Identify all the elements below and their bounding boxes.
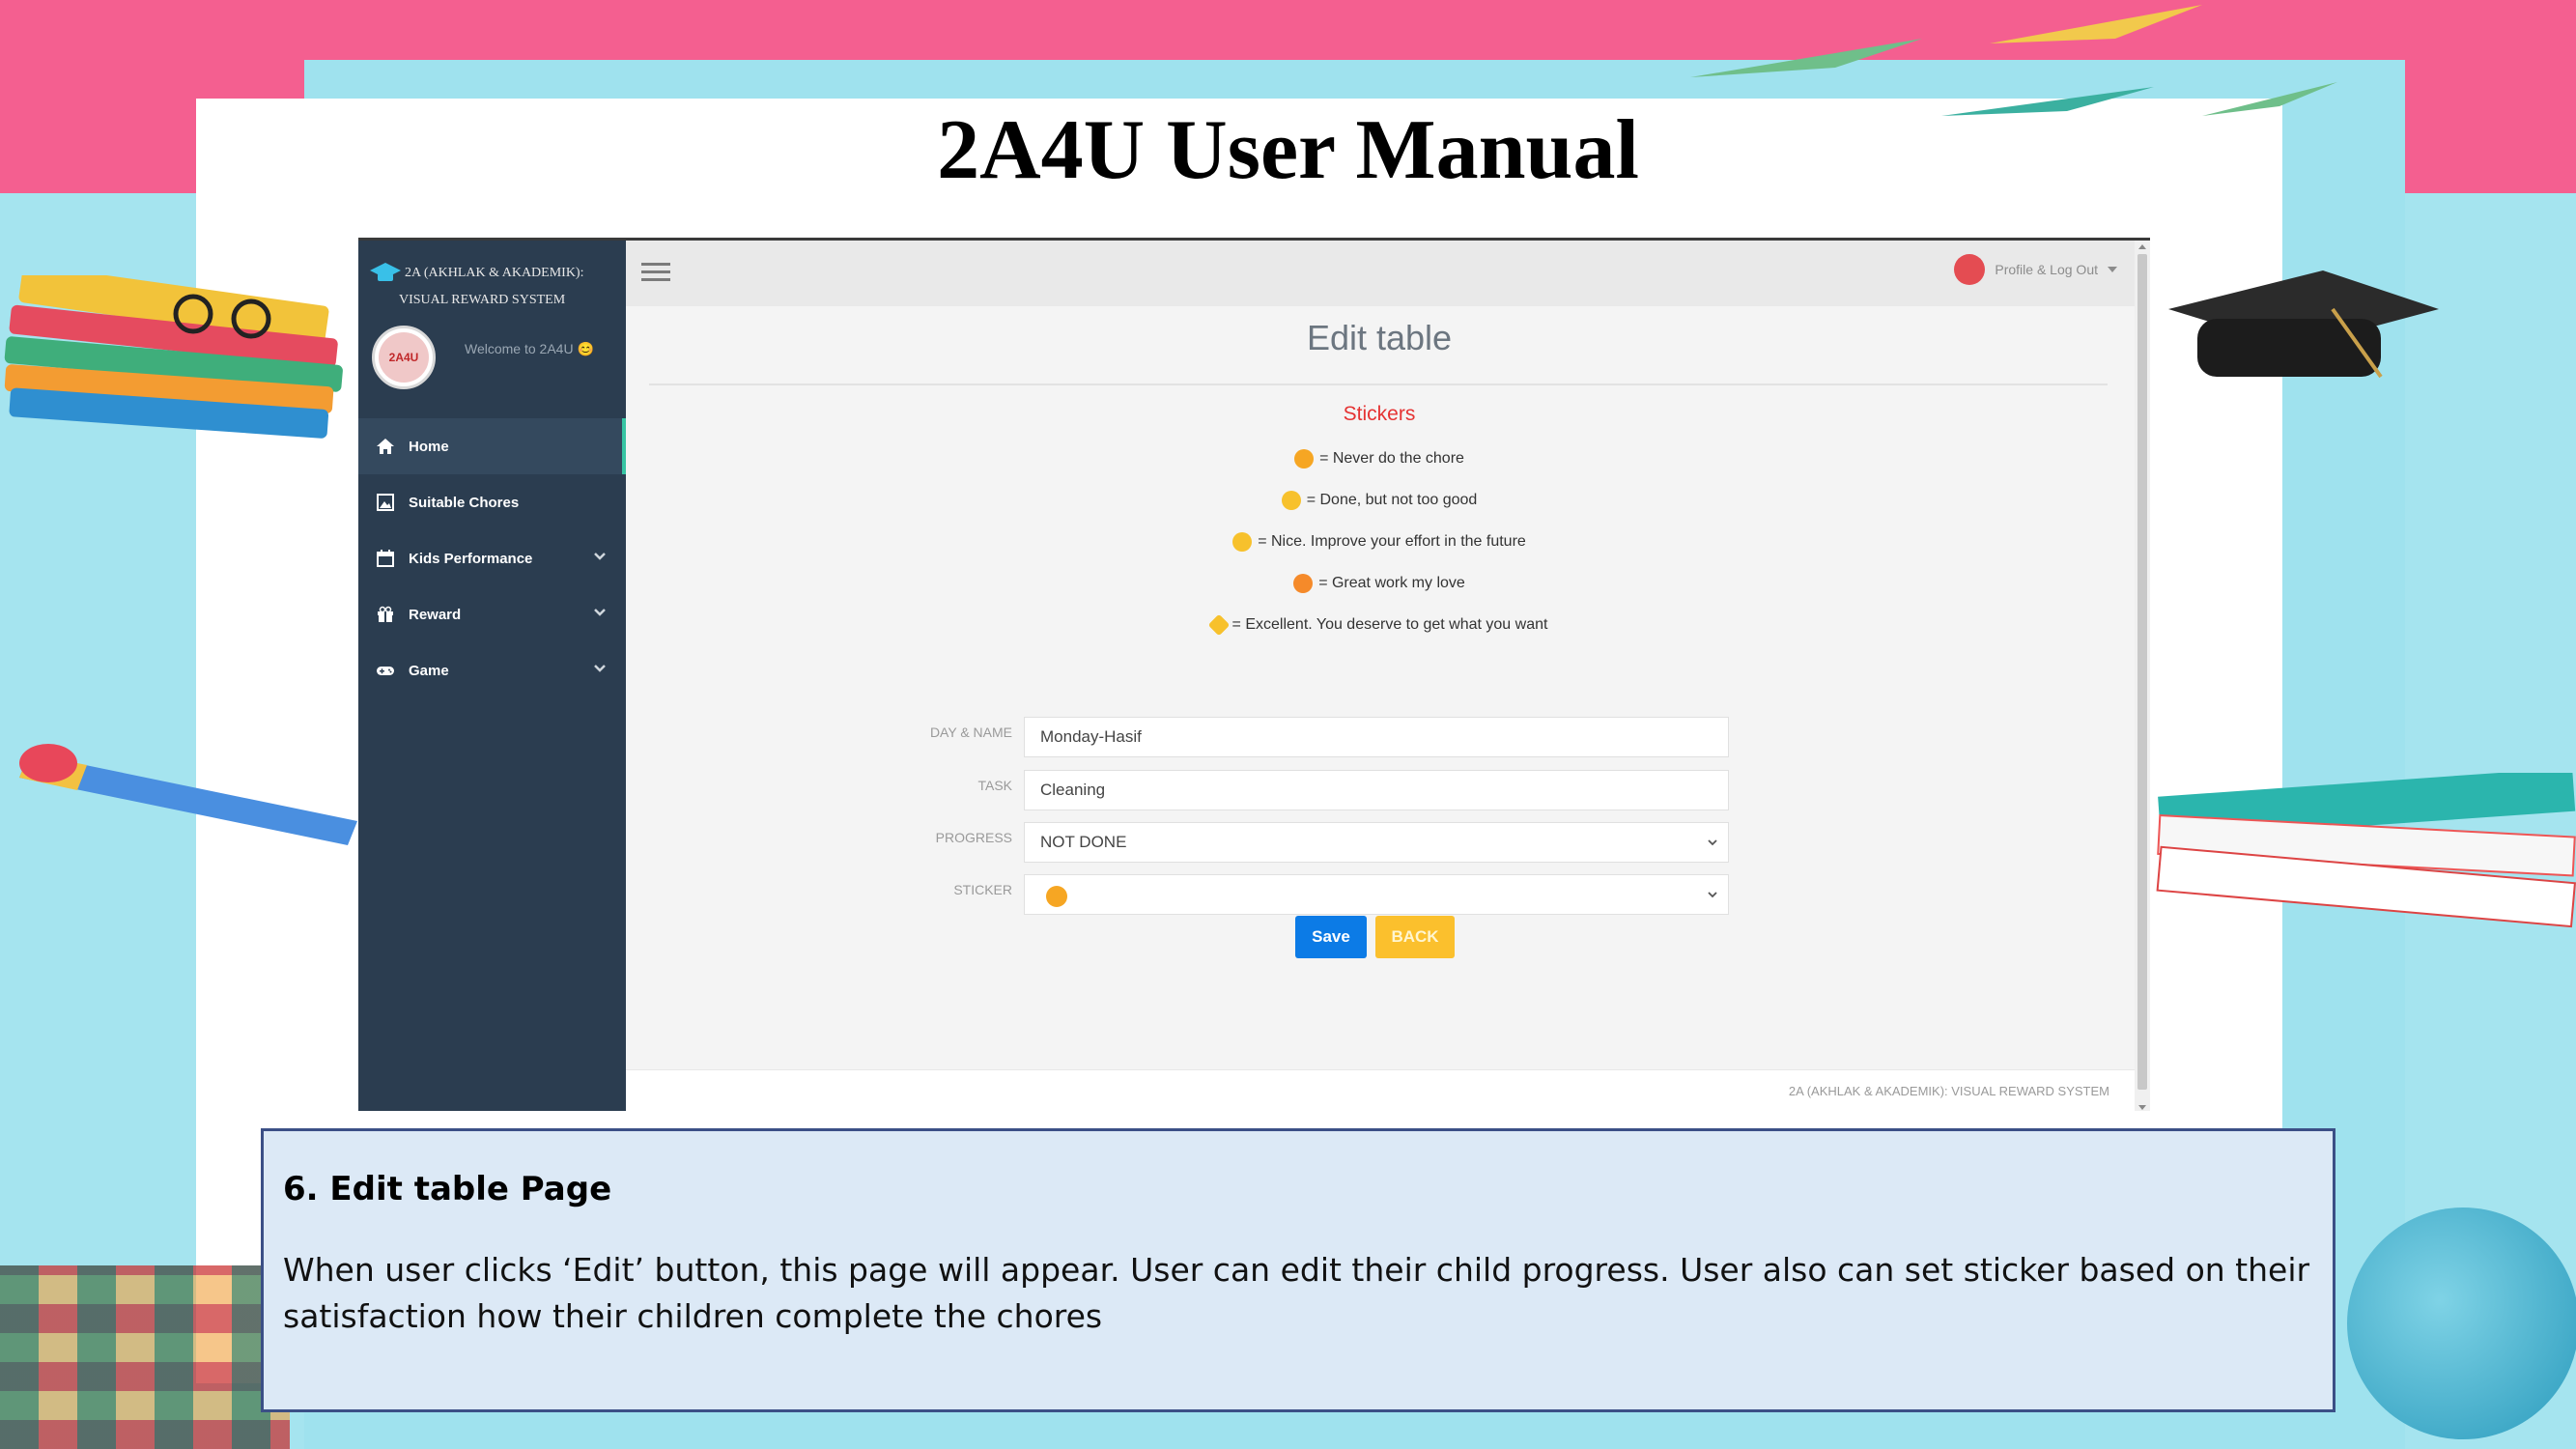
sidebar-item-label: Reward	[409, 606, 462, 623]
legend-text: = Excellent. You deserve to get what you…	[1231, 615, 1548, 633]
books-decoration	[4, 275, 343, 439]
avatar-logo: 2A4U	[379, 332, 429, 383]
pencil-decoration	[19, 744, 357, 845]
legend-item: = Great work my love	[626, 562, 2133, 604]
day-name-input[interactable]: Monday-Hasif	[1024, 717, 1729, 757]
sticker-legend: = Never do the chore = Done, but not too…	[626, 438, 2133, 645]
sidebar-item-game[interactable]: Game	[358, 642, 626, 698]
sidebar-item-label: Game	[409, 662, 449, 679]
app-screenshot: 2A (AKHLAK & AKADEMIK): VISUAL REWARD SY…	[358, 238, 2150, 1111]
profile-avatar	[1954, 254, 1986, 285]
legend-text: = Nice. Improve your effort in the futur…	[1258, 532, 1526, 550]
notebooks-decoration	[2156, 773, 2576, 928]
form-row-day-name: DAY & NAME Monday-Hasif	[626, 717, 2133, 757]
caption-body: When user clicks ‘Edit’ button, this pag…	[283, 1251, 2310, 1335]
sidebar: 2A (AKHLAK & AKADEMIK): VISUAL REWARD SY…	[358, 241, 626, 1111]
chevron-down-icon	[594, 665, 606, 672]
brand-subtitle: VISUAL REWARD SYSTEM	[399, 293, 566, 307]
scrollbar[interactable]	[2135, 241, 2150, 1111]
footer: 2A (AKHLAK & AKADEMIK): VISUAL REWARD SY…	[626, 1069, 2150, 1111]
sidebar-item-label: Suitable Chores	[409, 494, 520, 511]
graduation-cap-icon	[370, 263, 401, 284]
form-row-sticker: STICKER	[626, 874, 2133, 915]
back-button[interactable]: BACK	[1375, 916, 1455, 958]
sidebar-item-kids-performance[interactable]: Kids Performance	[358, 530, 626, 586]
legend-text: = Done, but not too good	[1306, 491, 1478, 508]
home-icon	[376, 437, 395, 456]
welcome-text: Welcome to 2A4U 😊	[465, 341, 594, 356]
task-input[interactable]: Cleaning	[1024, 770, 1729, 810]
day-name-label: DAY & NAME	[929, 724, 1012, 740]
sidebar-item-label: Home	[409, 438, 449, 455]
hamburger-menu-icon[interactable]	[641, 260, 670, 285]
chevron-down-icon	[1708, 839, 1717, 846]
love-face-icon	[1293, 573, 1314, 593]
sidebar-item-reward[interactable]: Reward	[358, 586, 626, 642]
form-row-progress: PROGRESS NOT DONE	[626, 822, 2133, 863]
chevron-down-icon	[594, 553, 606, 560]
profile-label: Profile & Log Out	[1995, 262, 2098, 277]
slide-title: 2A4U User Manual	[937, 103, 1639, 197]
chevron-down-icon	[1708, 892, 1717, 898]
avatar: 2A4U	[372, 326, 436, 389]
topbar: Profile & Log Out	[626, 241, 2150, 306]
plaid-decoration	[0, 1265, 290, 1449]
globe-decoration	[2347, 1208, 2576, 1439]
graduation-cap-decoration	[2168, 270, 2439, 379]
legend-item: = Never do the chore	[626, 438, 2133, 479]
save-button[interactable]: Save	[1295, 916, 1367, 958]
progress-label: PROGRESS	[935, 830, 1012, 845]
gamepad-icon	[376, 661, 395, 680]
sidebar-item-home[interactable]: Home	[358, 418, 626, 474]
sticker-select[interactable]	[1024, 874, 1729, 915]
scroll-thumb[interactable]	[2137, 254, 2147, 1090]
form-row-task: TASK Cleaning	[626, 770, 2133, 810]
smile-face-icon	[1232, 531, 1253, 552]
calendar-icon	[376, 549, 395, 568]
star-badge-icon	[1207, 613, 1230, 636]
sticker-label: STICKER	[953, 882, 1012, 897]
scroll-up-icon[interactable]	[2138, 244, 2146, 249]
legend-item: = Nice. Improve your effort in the futur…	[626, 521, 2133, 562]
legend-text: = Great work my love	[1318, 574, 1465, 591]
image-icon	[376, 493, 395, 512]
sidebar-item-label: Kids Performance	[409, 550, 533, 567]
angry-face-icon	[1046, 886, 1067, 907]
sidebar-item-suitable-chores[interactable]: Suitable Chores	[358, 474, 626, 530]
legend-text: = Never do the chore	[1319, 449, 1464, 467]
legend-item: = Done, but not too good	[626, 479, 2133, 521]
brand: 2A (AKHLAK & AKADEMIK): VISUAL REWARD SY…	[370, 260, 621, 318]
legend-item: = Excellent. You deserve to get what you…	[626, 604, 2133, 645]
caption-box: 6. Edit table Page When user clicks ‘Edi…	[261, 1128, 2335, 1412]
footer-text: 2A (AKHLAK & AKADEMIK): VISUAL REWARD SY…	[1788, 1084, 2109, 1098]
progress-select[interactable]: NOT DONE	[1024, 822, 1729, 863]
profile-menu[interactable]: Profile & Log Out	[1954, 254, 2117, 285]
caption-heading: 6. Edit table Page	[283, 1170, 612, 1208]
brand-title: 2A (AKHLAK & AKADEMIK):	[405, 266, 584, 280]
neutral-face-icon	[1281, 490, 1301, 510]
task-label: TASK	[977, 778, 1012, 793]
sidebar-nav: Home Suitable Chores Kids Performance Re…	[358, 418, 626, 698]
scroll-down-icon[interactable]	[2138, 1105, 2146, 1110]
main-content: Edit table Stickers = Never do the chore…	[626, 306, 2133, 1069]
angry-face-icon	[1294, 448, 1315, 469]
gift-icon	[376, 605, 395, 624]
chevron-down-icon	[594, 609, 606, 616]
divider	[649, 384, 2108, 385]
caret-down-icon	[2108, 267, 2117, 272]
stickers-title: Stickers	[1343, 403, 1416, 425]
page-title: Edit table	[1306, 318, 1453, 357]
progress-value: NOT DONE	[1040, 833, 1127, 851]
